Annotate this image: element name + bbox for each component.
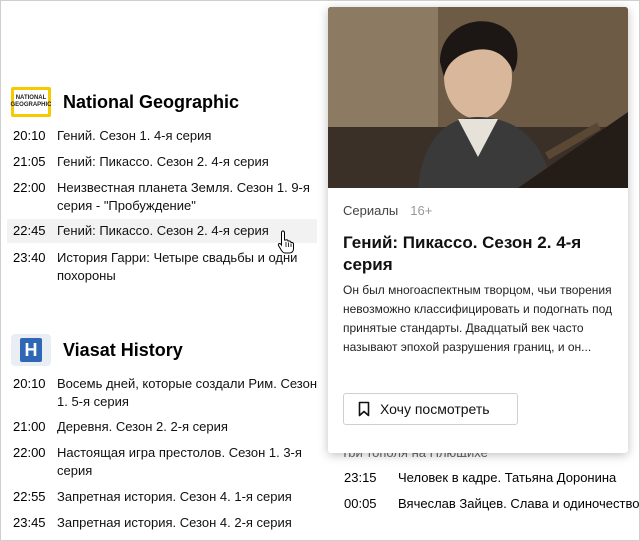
program-row[interactable]: 00:05 Вячеслав Зайцев. Слава и одиночест… — [341, 495, 640, 513]
want-to-watch-button[interactable]: Хочу посмотреть — [343, 393, 518, 425]
program-time: 22:00 — [13, 445, 46, 460]
program-title: Восемь дней, которые создали Рим. Сезон … — [57, 376, 317, 409]
program-title: Гений. Сезон 1. 4-я серия — [57, 128, 212, 143]
program-time: 22:00 — [13, 180, 46, 195]
program-title: Вячеслав Зайцев. Слава и одиночество — [398, 496, 640, 511]
program-time: 21:05 — [13, 154, 46, 169]
tv-schedule-page: NATIONAL GEOGRAPHIC National Geographic 2… — [0, 0, 640, 541]
program-row[interactable]: 21:00 Деревня. Сезон 2. 2-я серия — [7, 415, 317, 439]
program-title: Запретная история. Сезон 4. 1-я серия — [57, 489, 292, 504]
program-row[interactable]: 20:10 Восемь дней, которые создали Рим. … — [7, 372, 317, 414]
program-time: 22:55 — [13, 489, 46, 504]
program-row[interactable]: 23:15 Человек в кадре. Татьяна Доронина — [341, 469, 639, 487]
program-time: 23:45 — [13, 515, 46, 530]
program-still-image — [328, 7, 628, 188]
program-row[interactable]: 23:40 История Гарри: Четыре свадьбы и од… — [7, 246, 317, 288]
channel-name[interactable]: Viasat History — [63, 340, 183, 361]
popup-program-title: Гений: Пикассо. Сезон 2. 4-я серия — [343, 233, 582, 274]
age-rating: 16+ — [410, 203, 433, 218]
viasat-history-logo: H — [11, 334, 51, 366]
program-title: Гений: Пикассо. Сезон 2. 4-я серия — [57, 154, 269, 169]
genre-label: Сериалы — [343, 203, 399, 218]
program-title: Запретная история. Сезон 4. 2-я серия — [57, 515, 292, 530]
program-time: 20:10 — [13, 128, 46, 143]
program-title: Деревня. Сезон 2. 2-я серия — [57, 419, 228, 434]
program-title: Человек в кадре. Татьяна Доронина — [398, 470, 617, 485]
channel-name[interactable]: National Geographic — [63, 92, 239, 113]
program-details-popup: Сериалы 16+ Гений: Пикассо. Сезон 2. 4-я … — [328, 7, 628, 453]
bookmark-icon — [358, 401, 370, 417]
program-row[interactable]: 22:00 Неизвестная планета Земля. Сезон 1… — [7, 176, 317, 218]
national-geographic-logo: NATIONAL GEOGRAPHIC — [11, 87, 52, 117]
hand-cursor-icon — [277, 230, 295, 259]
popup-description: Он был многоаспектным творцом, чьи творе… — [343, 283, 613, 354]
program-row[interactable]: 21:05 Гений: Пикассо. Сезон 2. 4-я серия — [7, 150, 317, 174]
program-row[interactable]: 22:55 Запретная история. Сезон 4. 1-я се… — [7, 485, 317, 509]
program-row[interactable]: 23:45 Запретная история. Сезон 4. 2-я се… — [7, 511, 317, 535]
program-time: 20:10 — [13, 376, 46, 391]
program-row[interactable]: 22:00 Настоящая игра престолов. Сезон 1.… — [7, 441, 317, 483]
viasat-h-letter: H — [20, 338, 42, 362]
program-time: 00:05 — [344, 496, 377, 511]
program-meta: Сериалы 16+ — [343, 203, 432, 218]
program-time: 21:00 — [13, 419, 46, 434]
channel-header-viasat[interactable]: H Viasat History — [11, 334, 183, 366]
channel-header-natgeo[interactable]: NATIONAL GEOGRAPHIC National Geographic — [11, 87, 239, 117]
program-time: 23:40 — [13, 250, 46, 265]
program-row[interactable]: 20:10 Гений. Сезон 1. 4-я серия — [7, 124, 317, 148]
program-time: 23:15 — [344, 470, 377, 485]
program-row-hovered[interactable]: 22:45 Гений: Пикассо. Сезон 2. 4-я серия — [7, 219, 317, 243]
program-title: Неизвестная планета Земля. Сезон 1. 9-я … — [57, 180, 310, 213]
program-time: 22:45 — [13, 223, 46, 238]
want-to-watch-label: Хочу посмотреть — [380, 401, 490, 417]
program-title: Настоящая игра престолов. Сезон 1. 3-я с… — [57, 445, 302, 478]
